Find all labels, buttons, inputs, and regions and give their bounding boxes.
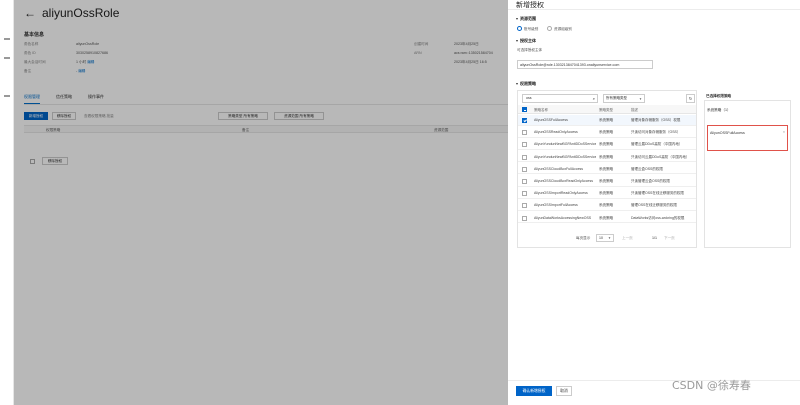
policy-type: 系统策略: [599, 154, 613, 159]
policy-checkbox[interactable]: [522, 203, 527, 209]
policy-row[interactable]: AliyunOSSReadOnlyAccess 系统策略 只读访问对象存储服务（OS…: [518, 127, 696, 138]
policy-name: AliyunYundunNewBGPAntiDDoSServiceFullAcc…: [534, 142, 596, 147]
radio-resource-group-level[interactable]: [547, 26, 552, 31]
policy-name: AliyunDataWorksAccessingNewOSS: [534, 215, 592, 220]
cancel-button[interactable]: 取消: [556, 386, 572, 396]
section-principal[interactable]: 授权主体: [516, 38, 536, 44]
policy-checkbox[interactable]: [522, 130, 527, 136]
left-nav-rail: [0, 0, 14, 405]
selected-policy-name: AliyunOSSFullAccess: [710, 131, 745, 135]
policy-desc: 只读访问云盾DDoS高防（中国内地）: [631, 154, 690, 159]
policy-type: 系统策略: [599, 191, 613, 196]
policy-row[interactable]: AliyunOSSImportReadOnlyAccess 系统策略 只读管理OSS…: [518, 188, 696, 199]
policy-desc: 管理云盾DDoS高防（中国内地）: [631, 142, 683, 147]
page-indicator: 1/1: [652, 236, 657, 240]
policy-type: 系统策略: [599, 215, 613, 220]
selected-policy-chip: AliyunOSSFullAccess ×: [707, 125, 788, 151]
policy-desc: 管理对象存储服务（OSS）权限: [631, 118, 681, 122]
select-value: 所有策略类型: [606, 96, 627, 100]
policy-row[interactable]: AliyunDataWorksAccessingNewOSS 系统策略 DataWo…: [518, 213, 696, 224]
section-label: 资源范围: [520, 16, 536, 21]
radio-label: 资源组级别: [554, 26, 572, 31]
section-resource-scope[interactable]: 资源范围: [516, 16, 536, 22]
remove-selected-icon[interactable]: ×: [783, 130, 785, 134]
confirm-add-permission-button[interactable]: 确认新增授权: [516, 386, 552, 396]
policy-row[interactable]: AliyunYundunNewBGPAntiDDoSServiceReadOnl…: [518, 152, 696, 163]
principal-label: 可选择授权主体: [517, 48, 543, 52]
column-header: 策略类型: [599, 107, 613, 112]
column-header: 策略名称: [534, 107, 548, 112]
selected-list: 系统策略（1） AliyunOSSFullAccess ×: [704, 100, 791, 248]
policy-search-input[interactable]: oss ⌕: [522, 94, 598, 103]
footer-divider: [508, 380, 800, 381]
policy-name: AliyunOSSImportFullAccess: [534, 203, 578, 208]
add-permission-drawer: 新增授权 资源范围 账号级别 资源组级别 授权主体 可选择授权主体 aliyun…: [508, 0, 800, 405]
drawer-divider: [508, 9, 800, 10]
policy-name: AliyunOSSReadOnlyAccess: [534, 130, 578, 135]
page-size-select[interactable]: 10 ▼: [596, 234, 614, 242]
policy-type: 系统策略: [599, 142, 613, 147]
select-all-policies-checkbox[interactable]: [522, 106, 527, 112]
menu-icon[interactable]: [4, 57, 10, 59]
selected-policy-panel: 已选择权限策略 系统策略（1） AliyunOSSFullAccess ×: [704, 90, 791, 248]
radio-account-level[interactable]: [517, 26, 522, 31]
selected-heading: 已选择权限策略: [706, 94, 732, 98]
caret-down-icon: [516, 83, 518, 85]
section-label: 权限策略: [520, 81, 536, 86]
policy-checkbox[interactable]: [522, 166, 527, 172]
policy-name: AliyunOSSCloudBoxFullAccess: [534, 166, 584, 171]
policy-type-select[interactable]: 所有策略类型 ▼: [603, 94, 645, 103]
policy-list-panel: oss ⌕ 所有策略类型 ▼ ↻ 策略名称 策略类型 描述 AliyunOSSF…: [517, 90, 697, 248]
chevron-down-icon: ▼: [608, 236, 611, 240]
watermark-text: CSDN @徐寿春: [672, 379, 751, 392]
modal-overlay[interactable]: [14, 0, 508, 405]
policy-desc: DataWorks访问oss-wokring的权限: [631, 215, 685, 220]
policy-row[interactable]: AliyunOSSFullAccess 系统策略 管理对象存储服务（OSS）权限: [518, 115, 696, 126]
policy-desc: 只读管理OSS在线迁移服务的权限: [631, 191, 684, 196]
policy-checkbox[interactable]: [522, 154, 527, 160]
policy-checkbox[interactable]: [522, 118, 527, 123]
next-page-button[interactable]: 下一页: [664, 236, 675, 241]
policy-row[interactable]: AliyunOSSImportFullAccess 系统策略 管理OSS在线迁移服务…: [518, 200, 696, 211]
chevron-down-icon: ▼: [639, 96, 642, 101]
caret-down-icon: [516, 40, 518, 42]
policy-type: 系统策略: [599, 179, 613, 183]
policy-row[interactable]: AliyunOSSCloudBoxFullAccess 系统策略 管理云盒OSS的权…: [518, 164, 696, 175]
policy-type: 系统策略: [599, 166, 613, 171]
radio-label: 账号级别: [524, 26, 539, 31]
policy-desc: 只读访问对象存储服务（OSS）: [631, 130, 681, 135]
refresh-button[interactable]: ↻: [686, 94, 695, 103]
search-icon[interactable]: ⌕: [593, 96, 595, 101]
search-value: oss: [526, 96, 532, 100]
policy-name: AliyunOSSImportReadOnlyAccess: [534, 191, 588, 196]
caret-down-icon: [516, 18, 518, 20]
pager-label: 每页显示: [576, 236, 591, 240]
refresh-icon: ↻: [688, 96, 693, 101]
policy-type: 系统策略: [599, 203, 613, 208]
policy-name: AliyunYundunNewBGPAntiDDoSServiceReadOnl…: [534, 154, 596, 159]
menu-icon[interactable]: [4, 95, 10, 97]
policy-table-header: 策略名称 策略类型 描述: [518, 105, 696, 114]
policy-checkbox[interactable]: [522, 142, 527, 148]
prev-page-button[interactable]: 上一页: [622, 236, 633, 241]
column-header: 描述: [631, 107, 638, 112]
policy-type: 系统策略: [599, 130, 613, 135]
select-value: 10: [599, 236, 603, 240]
section-policy[interactable]: 权限策略: [516, 81, 536, 87]
selected-group-label: 系统策略（1）: [707, 108, 731, 112]
menu-icon[interactable]: [4, 38, 10, 40]
policy-row[interactable]: AliyunOSSCloudBoxReadOnlyAccess 系统策略 只读管理云…: [518, 176, 696, 187]
policy-desc: 管理OSS在线迁移服务的权限: [631, 203, 677, 208]
policy-checkbox[interactable]: [522, 215, 527, 221]
policy-name: AliyunOSSFullAccess: [534, 118, 568, 122]
policy-checkbox[interactable]: [522, 179, 527, 184]
policy-desc: 管理云盒OSS的权限: [631, 166, 663, 171]
policy-desc: 只读管理云盒OSS的权限: [631, 179, 670, 183]
section-label: 授权主体: [520, 38, 536, 43]
policy-row[interactable]: AliyunYundunNewBGPAntiDDoSServiceFullAcc…: [518, 139, 696, 150]
policy-checkbox[interactable]: [522, 191, 527, 197]
principal-input[interactable]: aliyunOssRole@role.1303213847041393.onal…: [517, 60, 653, 69]
policy-type: 系统策略: [599, 118, 613, 122]
policy-name: AliyunOSSCloudBoxReadOnlyAccess: [534, 179, 593, 183]
